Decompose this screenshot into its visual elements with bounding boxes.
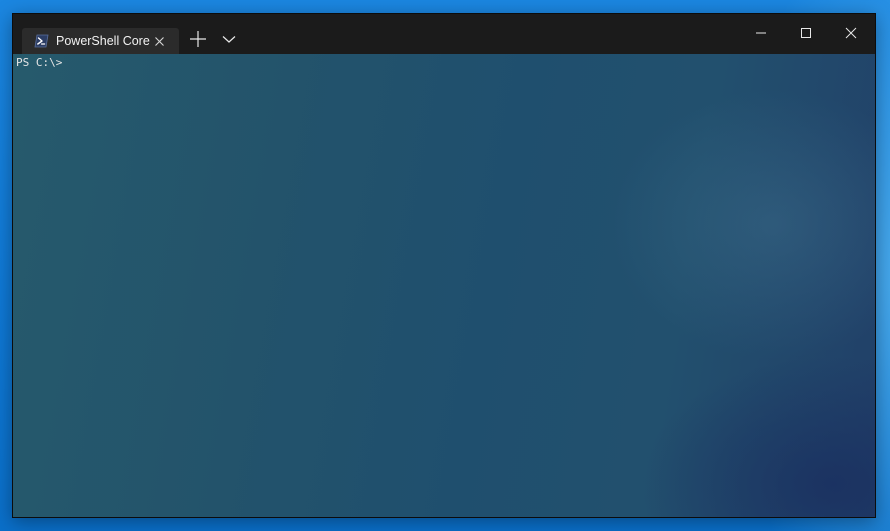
powershell-icon <box>34 33 49 48</box>
new-tab-button[interactable] <box>186 27 210 51</box>
close-icon[interactable] <box>153 34 167 48</box>
minimize-icon <box>756 32 766 34</box>
tab-label: PowerShell Core <box>56 34 150 48</box>
close-window-button[interactable] <box>828 17 874 49</box>
terminal-pane[interactable]: PS C:\> <box>13 54 875 517</box>
maximize-button[interactable] <box>783 17 829 49</box>
tab-powershell-core[interactable]: PowerShell Core <box>22 28 179 54</box>
minimize-button[interactable] <box>738 17 784 49</box>
terminal-window: PowerShell Core PS C:\> <box>12 13 876 518</box>
profile-dropdown-button[interactable] <box>217 27 241 51</box>
title-bar[interactable]: PowerShell Core <box>13 14 875 54</box>
close-icon <box>845 27 857 39</box>
terminal-prompt: PS C:\> <box>16 56 63 69</box>
maximize-icon <box>801 28 811 38</box>
